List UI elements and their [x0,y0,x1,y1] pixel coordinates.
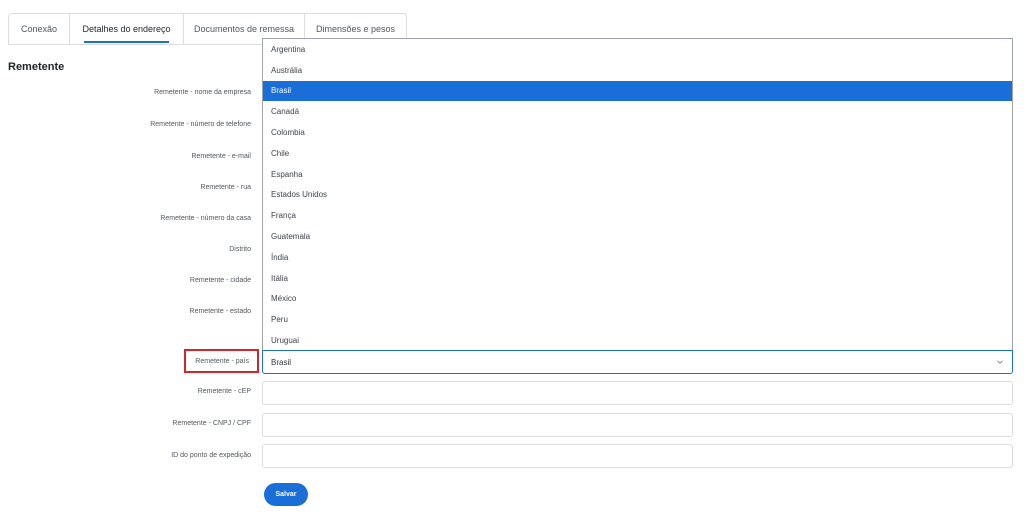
country-select[interactable]: Brasil [262,350,1013,374]
label-dispatch-point: ID do ponto de expedição [171,452,251,459]
tab-connection[interactable]: Conexão [8,13,70,45]
country-option[interactable]: Argentina [263,39,1012,60]
save-button[interactable]: Salvar [264,483,308,506]
label-email: Remetente - e-mail [191,153,251,160]
country-option[interactable]: Canadá [263,101,1012,122]
label-tax-id: Remetente - CNPJ / CPF [172,420,251,427]
country-option[interactable]: Chile [263,143,1012,164]
country-option[interactable]: Guatemala [263,226,1012,247]
country-option[interactable]: França [263,205,1012,226]
label-country: Remetente - país [184,349,259,373]
chevron-down-icon [997,360,1003,364]
tax-id-input[interactable] [262,413,1013,437]
country-option[interactable]: Austrália [263,60,1012,81]
section-title: Remetente [8,61,65,73]
label-company-name: Remetente - nome da empresa [154,89,251,96]
country-option[interactable]: Peru [263,309,1012,330]
country-option[interactable]: Uruguai [263,330,1012,351]
tab-address-details[interactable]: Detalhes do endereço [70,13,184,45]
dispatch-point-input[interactable] [262,444,1013,468]
label-phone: Remetente - número de telefone [150,121,251,128]
country-option[interactable]: Índia [263,247,1012,268]
label-district: Distrito [229,246,251,253]
label-house-number: Remetente - número da casa [160,215,251,222]
country-option[interactable]: Estados Unidos [263,185,1012,206]
label-state: Remetente - estado [189,308,251,315]
country-dropdown-list: Argentina Austrália Brasil Canadá Colomb… [262,38,1013,350]
country-option[interactable]: Colombia [263,122,1012,143]
zip-input[interactable] [262,381,1013,405]
country-option[interactable]: Itália [263,268,1012,289]
label-city: Remetente - cidade [189,277,251,284]
label-zip: Remetente - cEP [197,388,251,395]
label-street: Remetente - rua [200,184,251,191]
country-option-selected[interactable]: Brasil [263,80,1012,102]
country-option[interactable]: México [263,289,1012,310]
country-select-value: Brasil [271,357,292,367]
country-option[interactable]: Espanha [263,164,1012,185]
